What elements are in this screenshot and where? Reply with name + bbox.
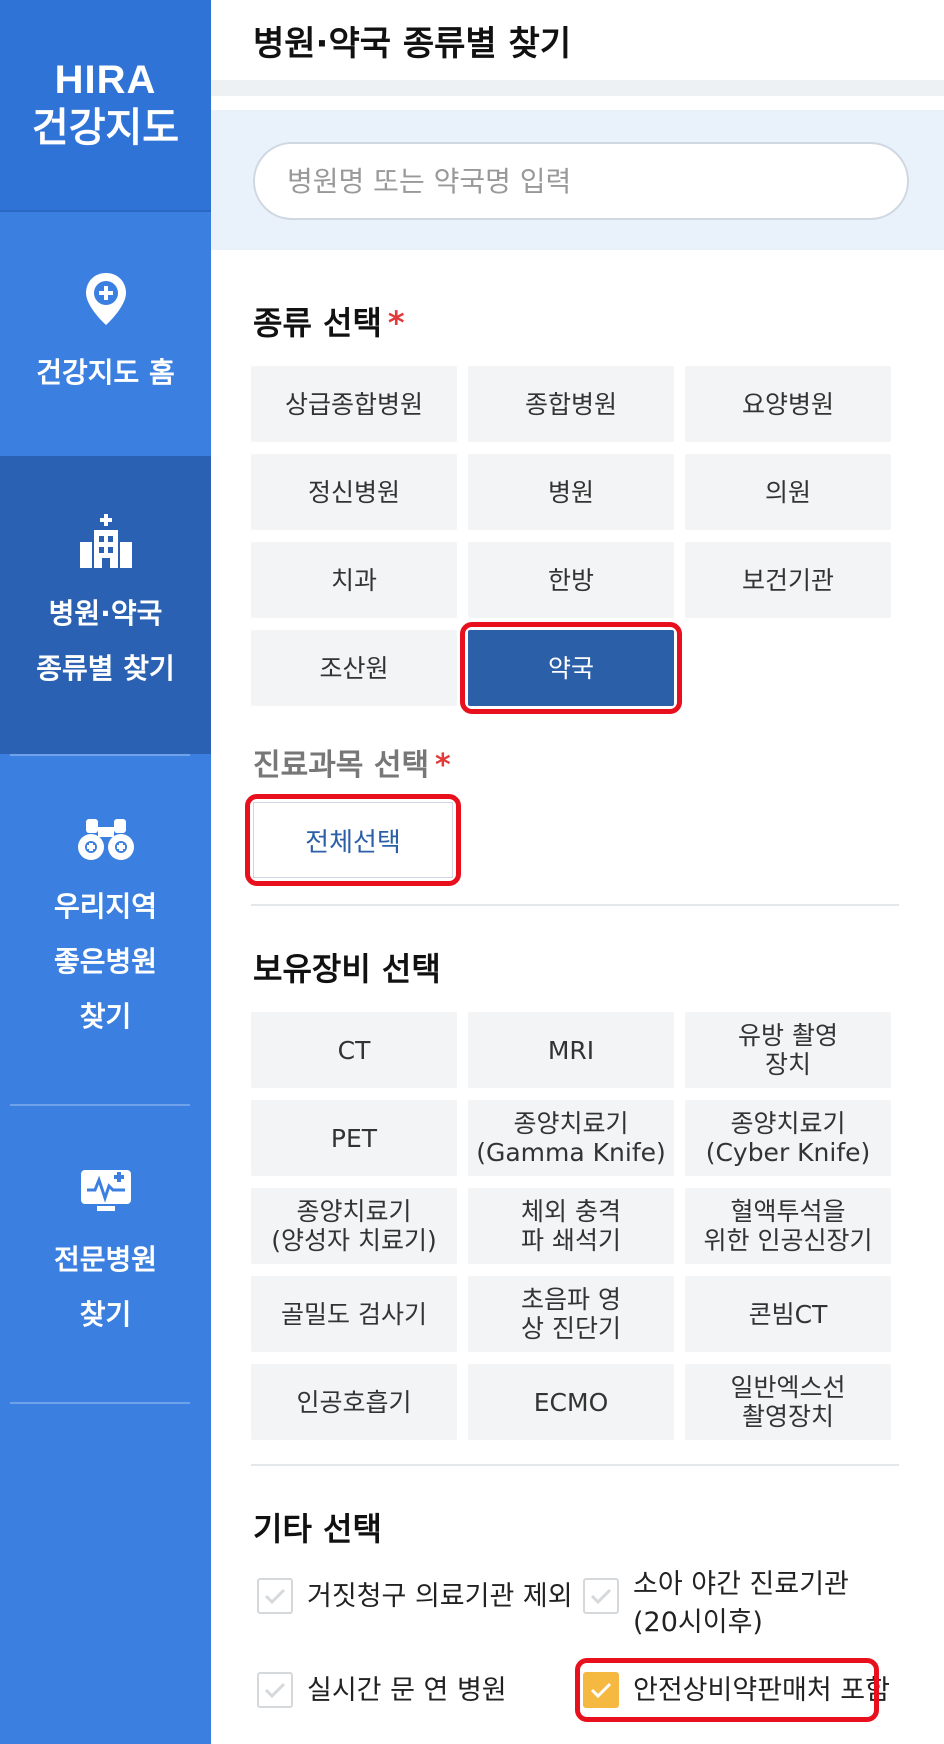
equip-option[interactable]: ECMO [468,1364,674,1440]
equip-option[interactable]: CT [251,1012,457,1088]
type-option[interactable]: 요양병원 [685,366,891,442]
equip-option[interactable]: MRI [468,1012,674,1088]
equip-option[interactable]: 체외 충격 파 쇄석기 [468,1188,674,1264]
checkbox[interactable] [257,1578,293,1614]
type-option[interactable]: 의원 [685,454,891,530]
equip-option[interactable]: 인공호흡기 [251,1364,457,1440]
check-icon [264,1588,286,1605]
type-section-title-text: 종류 선택 [253,304,382,342]
sidebar-item-home[interactable]: 건강지도 홈 [0,214,211,456]
checkbox[interactable] [257,1672,293,1708]
sidebar-item-specialty-hospital[interactable]: 전문병원 찾기 [0,1106,211,1402]
check-icon [590,1588,612,1605]
type-option[interactable]: 한방 [468,542,674,618]
select-all-button[interactable]: 전체선택 [253,802,453,878]
equip-option[interactable]: 혈액투석을 위한 인공신장기 [685,1188,891,1264]
sidebar: HIRA 건강지도 건강지도 홈 병원·약국 종류별 찾기 우리지역 좋은병원 … [0,0,211,1744]
type-option[interactable]: 병원 [468,454,674,530]
medical-monitor-icon [77,1166,135,1218]
type-option[interactable]: 종합병원 [468,366,674,442]
check-icon [264,1682,286,1699]
map-pin-plus-icon [83,271,129,331]
checkbox-label: 실시간 문 연 병원 [307,1675,507,1706]
equip-option[interactable]: PET [251,1100,457,1176]
sidebar-item-label: 우리지역 좋은병원 찾기 [53,889,158,1033]
etc-section-title: 기타 선택 [253,1510,382,1548]
required-mark: * [387,304,405,342]
page-title: 병원·약국 종류별 찾기 [253,23,572,64]
search-input[interactable] [253,142,909,220]
checkbox-label: 거짓청구 의료기관 제외 [307,1581,573,1612]
equip-option[interactable]: 초음파 영 상 진단기 [468,1276,674,1352]
hira-logo[interactable]: HIRA 건강지도 [0,0,211,212]
equip-option[interactable]: 골밀도 검사기 [251,1276,457,1352]
type-option[interactable]: 조산원 [251,630,457,706]
sidebar-item-label: 건강지도 홈 [36,355,175,389]
type-option[interactable]: 상급종합병원 [251,366,457,442]
type-option[interactable]: 정신병원 [251,454,457,530]
checkbox-label: 안전상비약판매처 포함 [633,1675,890,1706]
logo-text-line2: 건강지도 [31,105,180,151]
section-divider [251,904,899,906]
equip-option[interactable]: 콘빔CT [685,1276,891,1352]
logo-text-line1: HIRA [54,58,157,102]
type-section-title: 종류 선택 * [253,298,405,344]
checkbox[interactable] [583,1578,619,1614]
equip-section-title: 보유장비 선택 [253,950,441,988]
etc-option-open-now[interactable]: 실시간 문 연 병원 [257,1672,507,1710]
dept-section-title-text: 진료과목 선택 [253,748,430,783]
equip-option[interactable]: 유방 촬영 장치 [685,1012,891,1088]
type-option-selected[interactable]: 약국 [468,630,674,706]
binoculars-icon [76,817,136,865]
etc-option-otc-pharmacy[interactable]: 안전상비약판매처 포함 [583,1672,890,1710]
required-mark: * [435,748,451,783]
equip-option[interactable]: 종양치료기 (양성자 치료기) [251,1188,457,1264]
type-option[interactable]: 치과 [251,542,457,618]
sidebar-item-good-hospital[interactable]: 우리지역 좋은병원 찾기 [0,756,211,1104]
sidebar-item-label: 병원·약국 종류별 찾기 [36,597,175,685]
title-bar: 병원·약국 종류별 찾기 [211,0,944,96]
check-icon [590,1682,612,1699]
checkbox-checked[interactable] [583,1672,619,1708]
type-option[interactable]: 보건기관 [685,542,891,618]
search-area [211,110,944,250]
etc-option-pediatric-night[interactable]: 소아 야간 진료기관 (20시이후) [583,1566,849,1642]
equip-option[interactable]: 일반엑스선 촬영장치 [685,1364,891,1440]
sidebar-item-hospital-pharmacy[interactable]: 병원·약국 종류별 찾기 [0,456,211,754]
section-divider [251,1464,899,1466]
dept-section-title: 진료과목 선택 * [253,740,451,784]
main-panel: 병원·약국 종류별 찾기 종류 선택* 상급종합병원 종합병원 요양병원 정신병… [211,0,944,1744]
equip-option[interactable]: 종양치료기 (Cyber Knife) [685,1100,891,1176]
checkbox-label: 소아 야간 진료기관 (20시이후) [633,1569,849,1638]
hospital-building-icon [78,514,134,572]
sidebar-divider [10,1402,190,1404]
etc-option-exclude-false-claims[interactable]: 거짓청구 의료기관 제외 [257,1578,573,1616]
sidebar-item-label: 전문병원 찾기 [53,1243,158,1331]
equip-option[interactable]: 종양치료기 (Gamma Knife) [468,1100,674,1176]
